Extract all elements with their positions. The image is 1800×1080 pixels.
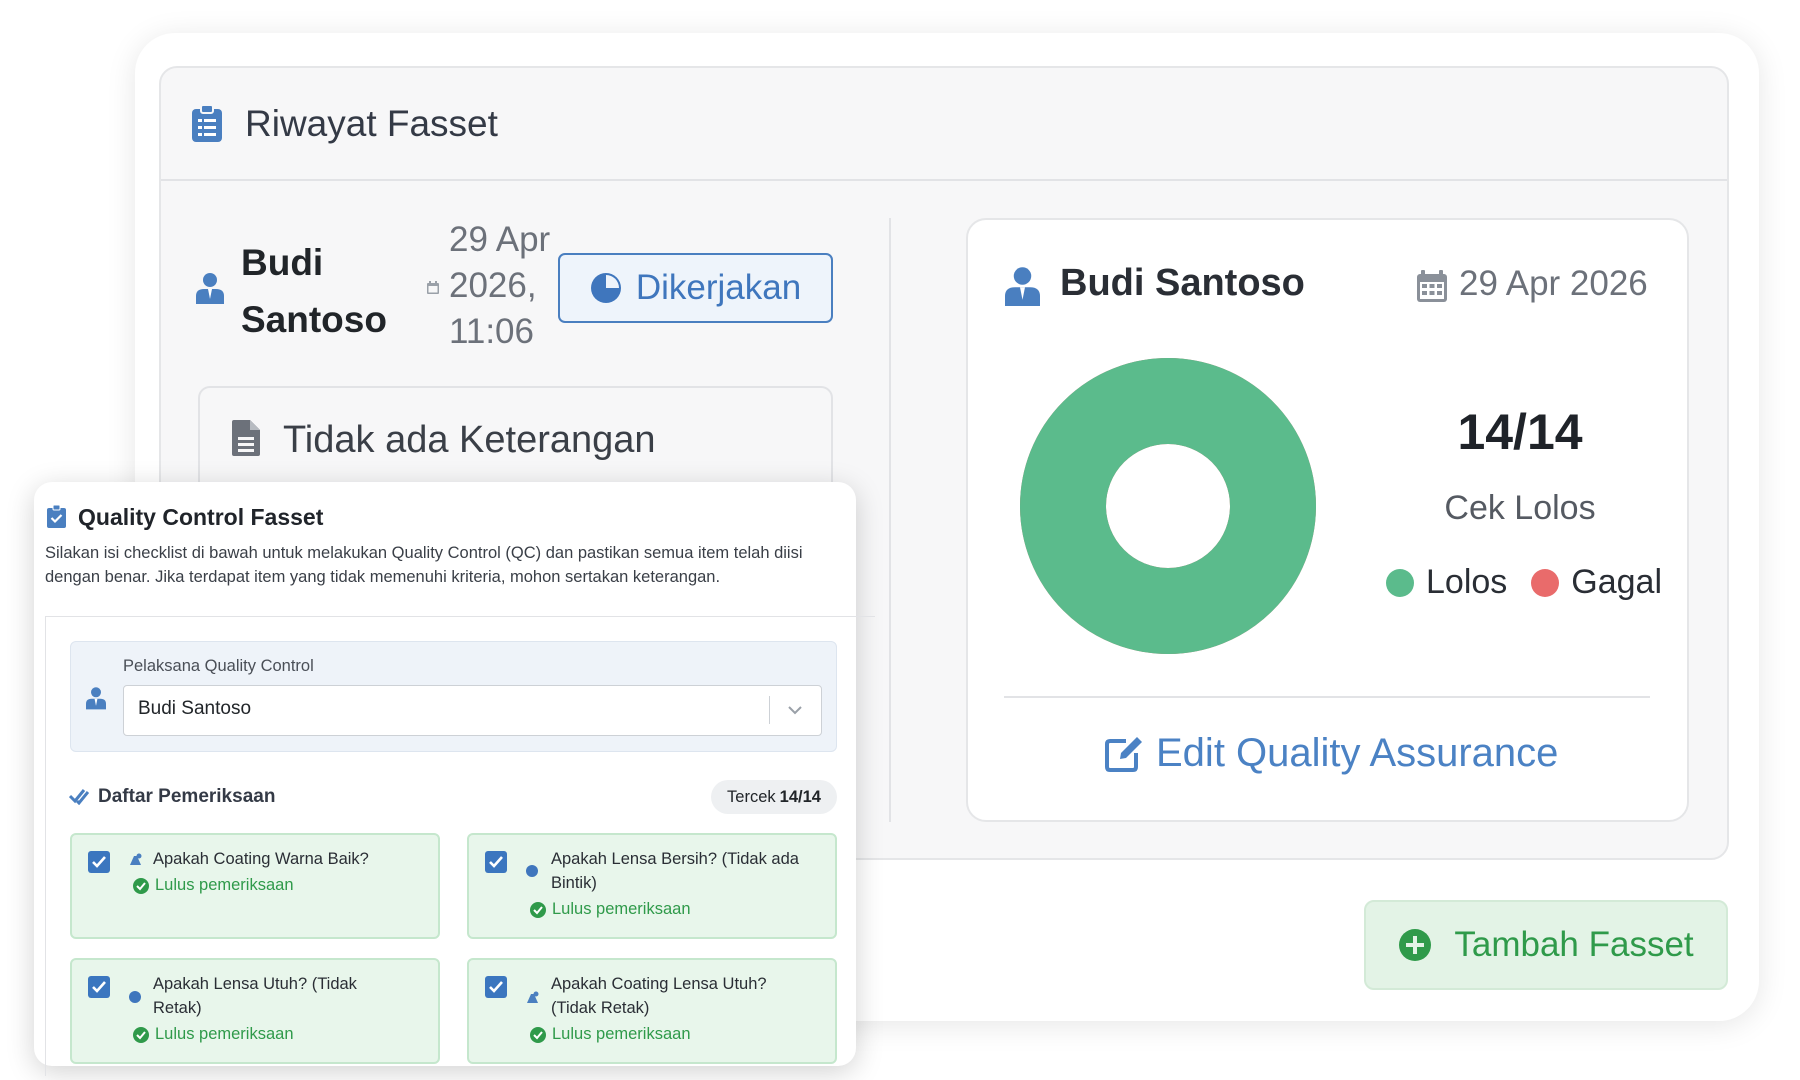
executor-value: Budi Santoso — [138, 698, 252, 719]
progress-badge: Tercek 14/14 — [711, 780, 837, 814]
item-status: Lulus pemeriksaan — [133, 1025, 294, 1044]
entry-name: Budi Santoso — [241, 242, 387, 340]
clipboard-list-icon — [192, 104, 222, 142]
check-circle-icon — [133, 877, 149, 894]
check-circle-icon — [530, 901, 546, 918]
file-text-icon — [232, 420, 260, 456]
edit-icon — [1105, 736, 1142, 772]
check-circle-icon — [133, 1026, 149, 1043]
chart-legend: Lolos Gagal — [1386, 563, 1686, 602]
item-status-label: Lulus pemeriksaan — [155, 876, 294, 894]
double-check-icon — [69, 789, 89, 805]
dot-icon — [526, 865, 538, 877]
check-icon — [489, 856, 503, 868]
edit-quality-assurance-label: Edit Quality Assurance — [1156, 731, 1559, 775]
pass-label: Cek Lolos — [1444, 489, 1596, 527]
pie-chart-icon — [590, 273, 621, 303]
check-circle-icon — [530, 1026, 546, 1043]
status-label: Dikerjakan — [635, 268, 802, 307]
legend-pass: Lolos — [1386, 563, 1507, 602]
user-tie-icon — [1005, 267, 1040, 306]
item-status: Lulus pemeriksaan — [530, 1025, 691, 1044]
checkbox[interactable] — [485, 976, 507, 998]
item-question: Apakah Lensa Utuh? (Tidak Retak) — [153, 975, 357, 1017]
select-separator — [769, 696, 770, 724]
checklist-title: Daftar Pemeriksaan — [98, 786, 276, 807]
item-status: Lulus pemeriksaan — [133, 876, 294, 895]
item-status-label: Lulus pemeriksaan — [155, 1025, 294, 1043]
progress-value: 14/14 — [779, 787, 821, 806]
item-question: Apakah Lensa Bersih? (Tidak ada Bintik) — [551, 850, 799, 892]
check-icon — [489, 981, 503, 993]
user-tie-icon — [196, 273, 224, 304]
panel-header: Riwayat Fasset — [161, 68, 1727, 181]
checkbox[interactable] — [88, 851, 110, 873]
palette-icon — [130, 853, 142, 865]
panel-title: Riwayat Fasset — [245, 102, 498, 144]
legend-fail-label: Gagal — [1571, 563, 1663, 601]
checkbox[interactable] — [485, 851, 507, 873]
chevron-down-icon[interactable] — [786, 703, 804, 717]
item-status: Lulus pemeriksaan — [530, 900, 691, 919]
summary-date: 29 Apr 2026 — [1459, 264, 1648, 303]
user-tie-icon — [86, 687, 106, 710]
add-fasset-label: Tambah Fasset — [1454, 925, 1694, 964]
progress-prefix: Tercek — [727, 787, 776, 806]
summary-name: Budi Santoso — [1060, 262, 1305, 304]
status-button[interactable]: Dikerjakan — [558, 253, 833, 323]
add-fasset-button[interactable]: Tambah Fasset — [1364, 900, 1728, 990]
check-icon — [92, 981, 106, 993]
vertical-divider — [889, 218, 891, 822]
item-status-label: Lulus pemeriksaan — [552, 1025, 691, 1043]
note-text: Tidak ada Keterangan — [283, 419, 656, 461]
entry-date: 29 Apr 2026, 11:06 — [449, 220, 551, 351]
qc-title: Quality Control Fasset — [78, 504, 324, 530]
donut-pass-segment — [1020, 358, 1316, 654]
pass-count: 14/14 — [1457, 404, 1583, 460]
item-question: Apakah Coating Lensa Utuh? (Tidak Retak) — [551, 975, 767, 1017]
edit-quality-assurance-link[interactable]: Edit Quality Assurance — [1104, 731, 1558, 776]
legend-fail: Gagal — [1531, 563, 1662, 602]
plus-circle-icon — [1399, 929, 1432, 961]
summary-divider — [1004, 696, 1650, 698]
pass-dot-icon — [1386, 568, 1414, 597]
executor-label: Pelaksana Quality Control — [123, 657, 314, 675]
calendar-icon — [1417, 270, 1447, 302]
legend-pass-label: Lolos — [1426, 563, 1508, 601]
pass-donut-chart — [1020, 358, 1316, 654]
fail-dot-icon — [1531, 568, 1560, 597]
checkbox[interactable] — [88, 976, 110, 998]
palette-icon — [527, 991, 539, 1003]
item-question: Apakah Coating Warna Baik? — [153, 850, 369, 868]
dot-icon — [129, 991, 141, 1003]
clipboard-check-icon — [47, 505, 66, 528]
qc-description: Silakan isi checklist di bawah untuk mel… — [45, 544, 803, 586]
calendar-icon — [427, 281, 439, 294]
check-icon — [92, 856, 106, 868]
item-status-label: Lulus pemeriksaan — [552, 900, 691, 918]
